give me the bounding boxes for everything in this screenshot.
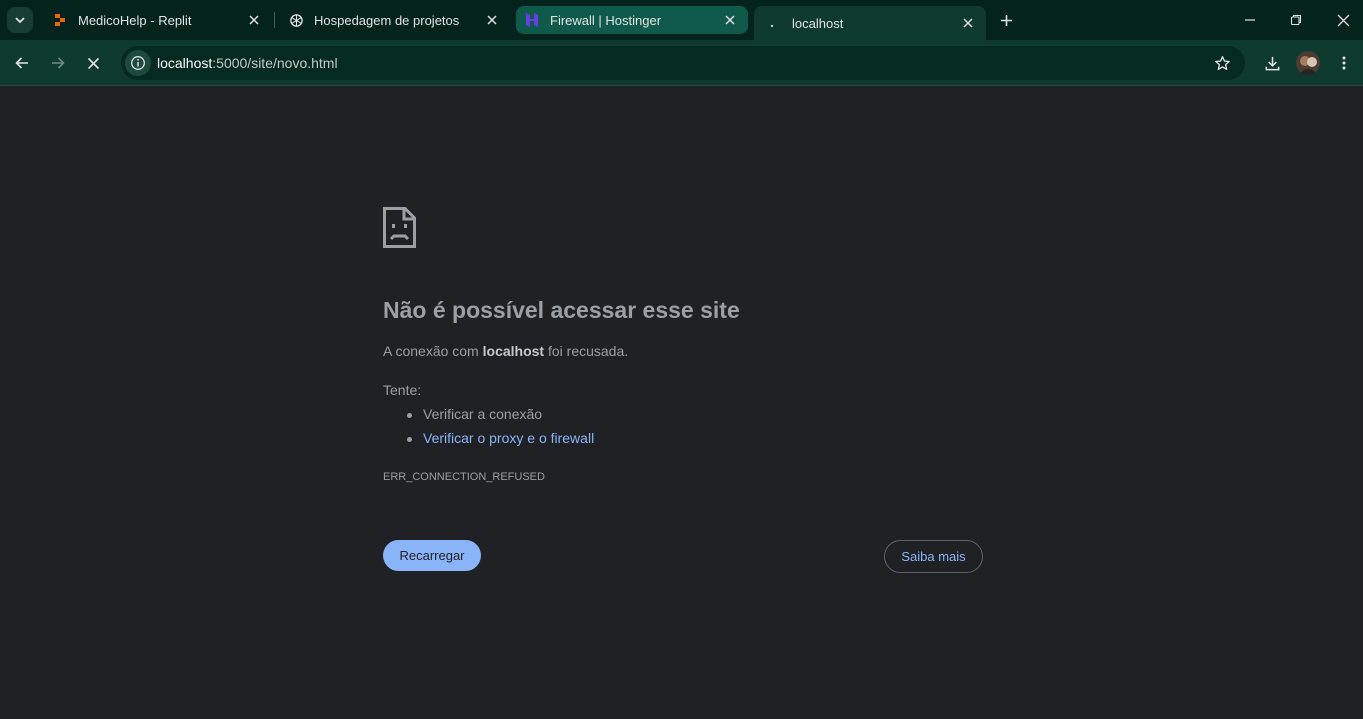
back-button[interactable] [9, 50, 35, 76]
profile-avatar[interactable] [1296, 51, 1320, 75]
minimize-button[interactable] [1238, 8, 1262, 32]
hostinger-icon [524, 12, 540, 28]
loading-icon [766, 15, 782, 31]
error-code: ERR_CONNECTION_REFUSED [383, 471, 545, 483]
info-icon [131, 56, 145, 70]
stop-loading-button[interactable] [80, 50, 106, 76]
star-icon [1214, 55, 1230, 70]
error-page: Não é possível acessar esse site A conex… [0, 87, 1363, 719]
close-icon[interactable] [960, 15, 976, 31]
openai-icon [288, 12, 304, 28]
close-icon[interactable] [722, 12, 738, 28]
close-window-button[interactable] [1331, 8, 1355, 32]
plus-icon [1000, 14, 1012, 26]
download-icon [1265, 56, 1279, 70]
tab-separator [274, 12, 275, 28]
url-host: localhost [157, 55, 213, 71]
menu-button[interactable] [1332, 51, 1356, 75]
suggestion-check-proxy-firewall-link[interactable]: Verificar o proxy e o firewall [406, 430, 594, 446]
bookmark-button[interactable] [1213, 54, 1231, 72]
avatar-icon [1296, 51, 1320, 75]
browser-toolbar: localhost:5000/site/novo.html [0, 40, 1363, 86]
new-tab-button[interactable] [996, 10, 1016, 30]
arrow-right-icon [52, 57, 65, 69]
desc-suffix: foi recusada. [544, 343, 629, 359]
tab-title: Hospedagem de projetos [314, 12, 460, 28]
sad-page-icon [383, 207, 416, 248]
url-text[interactable]: localhost:5000/site/novo.html [157, 55, 338, 71]
tab-localhost[interactable]: localhost [754, 6, 986, 40]
more-vert-icon [1342, 56, 1346, 70]
learn-more-button[interactable]: Saiba mais [884, 540, 983, 573]
error-heading: Não é possível acessar esse site [383, 297, 740, 323]
tab-search-button[interactable] [7, 7, 33, 33]
tab-title: Firewall | Hostinger [550, 12, 662, 28]
try-label: Tente: [383, 382, 422, 398]
error-description: A conexão com localhost foi recusada. [383, 343, 628, 359]
desc-prefix: A conexão com [383, 343, 483, 359]
forward-button[interactable] [45, 50, 71, 76]
close-icon[interactable] [484, 12, 500, 28]
chevron-down-icon [15, 17, 25, 24]
tab-firewall-hostinger[interactable]: Firewall | Hostinger [516, 6, 748, 34]
tab-title: MedicoHelp - Replit [78, 12, 192, 28]
restore-icon [1290, 14, 1302, 26]
url-path: :5000/site/novo.html [212, 55, 338, 71]
tab-strip: MedicoHelp - Replit Hospedagem de projet… [0, 0, 1363, 40]
close-icon [1337, 14, 1349, 26]
tab-title: localhost [792, 15, 844, 31]
restore-button[interactable] [1284, 8, 1308, 32]
minimize-icon [1245, 19, 1255, 21]
replit-icon [52, 12, 68, 28]
close-icon[interactable] [246, 12, 262, 28]
tab-replit[interactable]: MedicoHelp - Replit [40, 6, 272, 34]
reload-button[interactable]: Recarregar [383, 540, 481, 571]
close-icon [87, 57, 99, 69]
address-bar[interactable]: localhost:5000/site/novo.html [121, 46, 1245, 80]
tab-hospedagem[interactable]: Hospedagem de projetos [276, 6, 510, 34]
suggestion-check-connection: Verificar a conexão [406, 406, 543, 422]
desc-host: localhost [482, 343, 545, 359]
site-info-button[interactable] [125, 50, 151, 76]
downloads-button[interactable] [1260, 51, 1284, 75]
arrow-left-icon [15, 57, 28, 69]
